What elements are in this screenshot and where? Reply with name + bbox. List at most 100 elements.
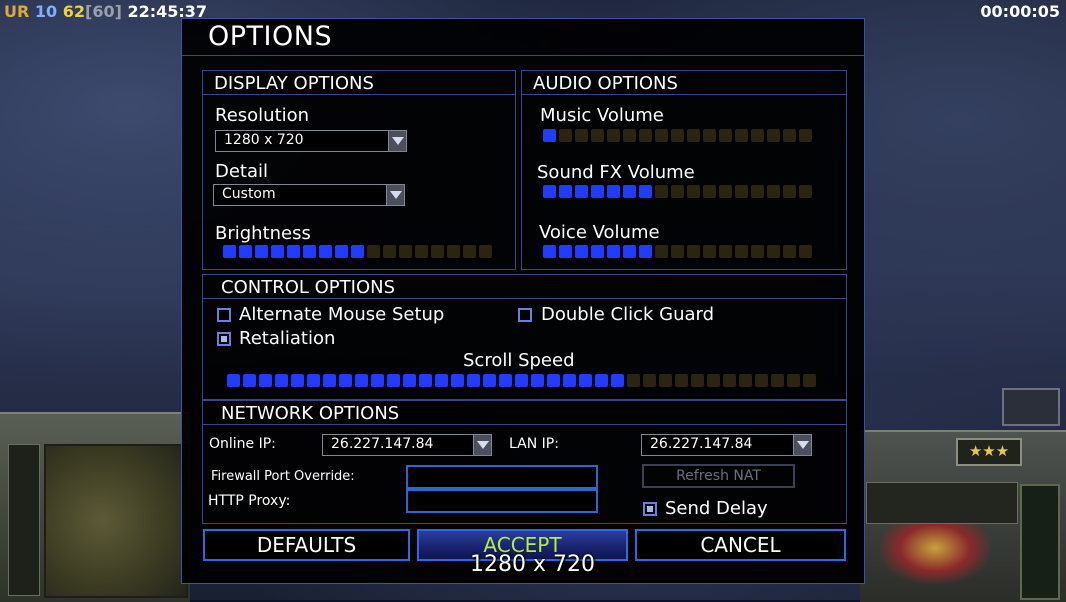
slider-segment[interactable] (591, 245, 604, 258)
slider-segment[interactable] (307, 374, 320, 387)
slider-segment[interactable] (323, 374, 336, 387)
slider-segment[interactable] (303, 245, 316, 258)
slider-segment[interactable] (639, 245, 652, 258)
slider-segment[interactable] (783, 245, 796, 258)
slider-segment[interactable] (447, 245, 460, 258)
slider-segment[interactable] (751, 245, 764, 258)
slider-segment[interactable] (543, 245, 556, 258)
chevron-down-icon[interactable] (793, 435, 811, 455)
slider-segment[interactable] (467, 374, 480, 387)
slider-segment[interactable] (719, 245, 732, 258)
slider-segment[interactable] (671, 245, 684, 258)
slider-segment[interactable] (547, 374, 560, 387)
slider-segment[interactable] (687, 245, 700, 258)
slider-segment[interactable] (655, 185, 668, 198)
double-click-guard-checkbox[interactable] (518, 308, 532, 322)
resolution-dropdown[interactable]: 1280 x 720 (215, 130, 407, 152)
slider-segment[interactable] (403, 374, 416, 387)
slider-segment[interactable] (287, 245, 300, 258)
slider-segment[interactable] (655, 245, 668, 258)
slider-segment[interactable] (383, 245, 396, 258)
slider-segment[interactable] (639, 129, 652, 142)
slider-segment[interactable] (703, 245, 716, 258)
slider-segment[interactable] (243, 374, 256, 387)
voice-volume-slider[interactable] (543, 245, 812, 259)
slider-segment[interactable] (531, 374, 544, 387)
slider-segment[interactable] (655, 129, 668, 142)
slider-segment[interactable] (719, 185, 732, 198)
slider-segment[interactable] (767, 245, 780, 258)
slider-segment[interactable] (543, 185, 556, 198)
lan-ip-dropdown[interactable]: 26.227.147.84 (641, 434, 812, 456)
slider-segment[interactable] (735, 245, 748, 258)
slider-segment[interactable] (591, 129, 604, 142)
scroll-speed-slider[interactable] (227, 374, 816, 388)
alternate-mouse-checkbox[interactable] (217, 308, 231, 322)
slider-segment[interactable] (607, 185, 620, 198)
firewall-port-override-field[interactable] (406, 465, 598, 489)
slider-segment[interactable] (319, 245, 332, 258)
slider-segment[interactable] (719, 129, 732, 142)
slider-segment[interactable] (627, 374, 640, 387)
slider-segment[interactable] (339, 374, 352, 387)
minimap[interactable] (44, 444, 188, 598)
slider-segment[interactable] (435, 374, 448, 387)
slider-segment[interactable] (799, 245, 812, 258)
slider-segment[interactable] (687, 129, 700, 142)
slider-segment[interactable] (671, 185, 684, 198)
slider-segment[interactable] (575, 129, 588, 142)
online-ip-dropdown[interactable]: 26.227.147.84 (322, 434, 492, 456)
cancel-button[interactable]: CANCEL (635, 529, 846, 561)
slider-segment[interactable] (387, 374, 400, 387)
slider-segment[interactable] (559, 185, 572, 198)
slider-segment[interactable] (671, 129, 684, 142)
slider-segment[interactable] (787, 374, 800, 387)
slider-segment[interactable] (271, 245, 284, 258)
defaults-button[interactable]: DEFAULTS (203, 529, 410, 561)
slider-segment[interactable] (463, 245, 476, 258)
slider-segment[interactable] (659, 374, 672, 387)
slider-segment[interactable] (483, 374, 496, 387)
slider-segment[interactable] (607, 245, 620, 258)
slider-segment[interactable] (275, 374, 288, 387)
slider-segment[interactable] (623, 245, 636, 258)
slider-segment[interactable] (499, 374, 512, 387)
slider-segment[interactable] (675, 374, 688, 387)
slider-segment[interactable] (351, 245, 364, 258)
slider-segment[interactable] (259, 374, 272, 387)
slider-segment[interactable] (451, 374, 464, 387)
slider-segment[interactable] (687, 185, 700, 198)
slider-segment[interactable] (623, 129, 636, 142)
slider-segment[interactable] (783, 185, 796, 198)
slider-segment[interactable] (415, 245, 428, 258)
slider-segment[interactable] (563, 374, 576, 387)
slider-segment[interactable] (623, 185, 636, 198)
slider-segment[interactable] (691, 374, 704, 387)
slider-segment[interactable] (611, 374, 624, 387)
slider-segment[interactable] (799, 129, 812, 142)
refresh-nat-button[interactable]: Refresh NAT (642, 464, 795, 488)
slider-segment[interactable] (479, 245, 492, 258)
slider-segment[interactable] (771, 374, 784, 387)
slider-segment[interactable] (335, 245, 348, 258)
slider-segment[interactable] (739, 374, 752, 387)
slider-segment[interactable] (367, 245, 380, 258)
chevron-down-icon[interactable] (473, 435, 491, 455)
slider-segment[interactable] (703, 129, 716, 142)
slider-segment[interactable] (607, 129, 620, 142)
sound-fx-volume-slider[interactable] (543, 185, 812, 199)
slider-segment[interactable] (431, 245, 444, 258)
slider-segment[interactable] (515, 374, 528, 387)
slider-segment[interactable] (751, 185, 764, 198)
slider-segment[interactable] (419, 374, 432, 387)
slider-segment[interactable] (543, 129, 556, 142)
slider-segment[interactable] (255, 245, 268, 258)
slider-segment[interactable] (371, 374, 384, 387)
slider-segment[interactable] (591, 185, 604, 198)
unit-portraits[interactable] (866, 482, 1018, 524)
http-proxy-field[interactable] (406, 489, 598, 513)
slider-segment[interactable] (755, 374, 768, 387)
slider-segment[interactable] (767, 129, 780, 142)
chevron-down-icon[interactable] (386, 185, 404, 205)
slider-segment[interactable] (707, 374, 720, 387)
